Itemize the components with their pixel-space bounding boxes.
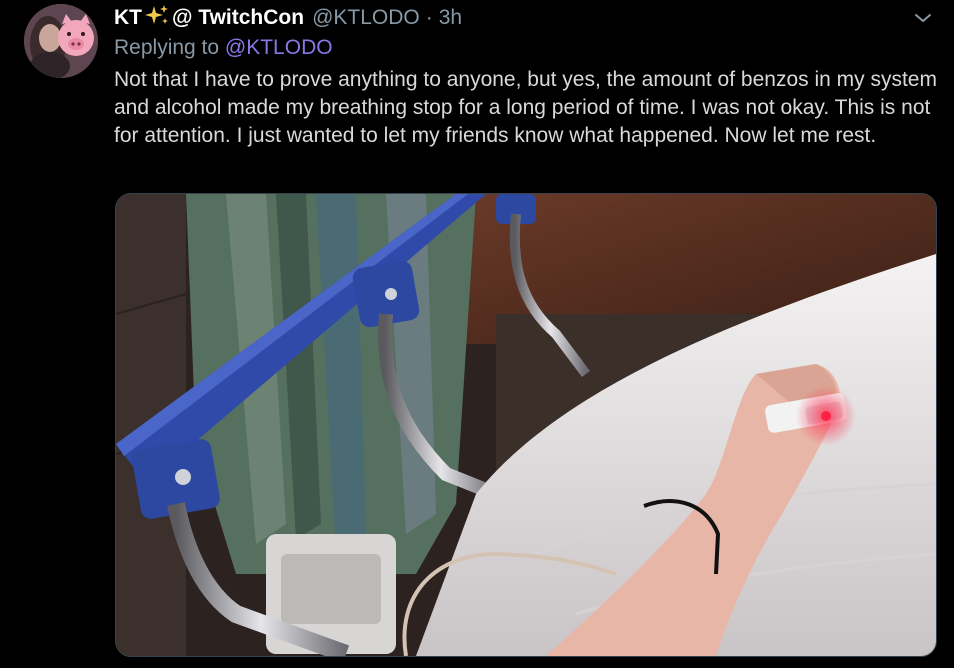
replying-to: Replying to @KTLODO — [114, 36, 333, 60]
tweet-photo[interactable] — [115, 193, 937, 657]
sparkles-icon — [144, 4, 170, 32]
separator-dot: · — [425, 6, 433, 29]
chevron-down-icon[interactable] — [912, 10, 934, 26]
display-name-suffix[interactable]: @ TwitchCon — [172, 6, 304, 30]
avatar[interactable] — [24, 4, 98, 78]
avatar-image — [24, 4, 98, 78]
author-handle[interactable]: @KTLODO — [312, 6, 420, 30]
tweet-text: Not that I have to prove anything to any… — [114, 68, 937, 147]
reply-handle-link[interactable]: @KTLODO — [225, 36, 333, 59]
tweet: KT @ TwitchCon @KTLODO · 3h Replying to … — [0, 0, 954, 668]
display-name[interactable]: KT — [114, 6, 142, 30]
replying-to-label: Replying to — [114, 36, 220, 59]
tweet-header: KT @ TwitchCon @KTLODO · 3h — [114, 4, 462, 32]
timestamp[interactable]: 3h — [439, 6, 462, 30]
hospital-bed-photo — [116, 194, 936, 656]
